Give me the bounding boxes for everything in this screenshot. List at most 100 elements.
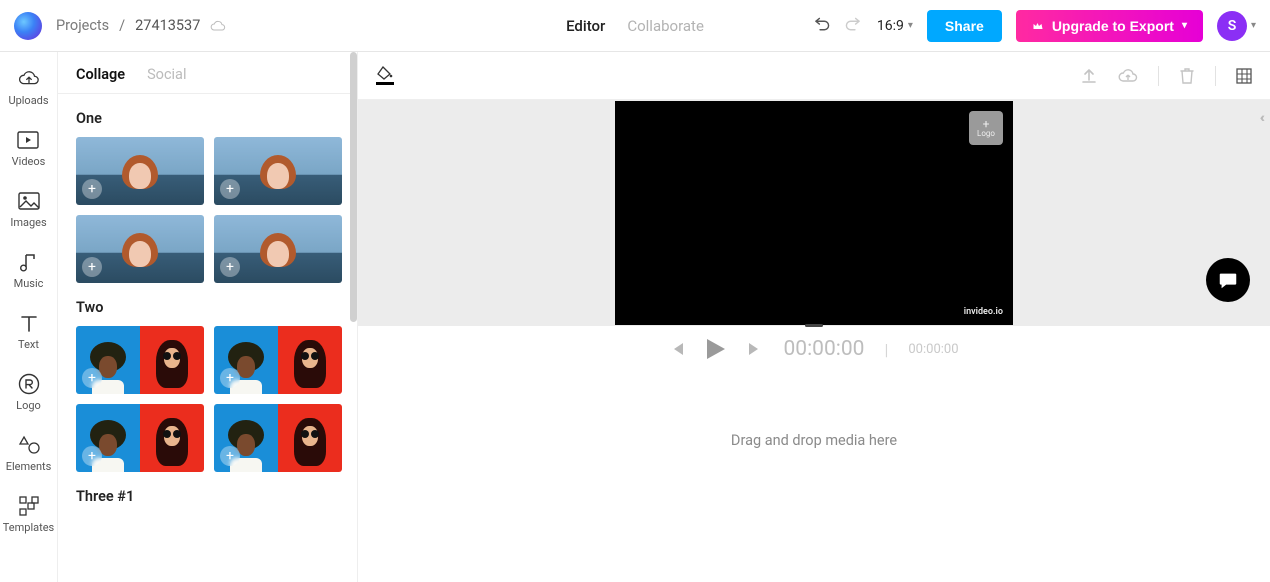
canvas-toolbar	[358, 52, 1270, 100]
delete-icon[interactable]	[1179, 67, 1195, 85]
rail-label: Videos	[12, 155, 46, 168]
shapes-icon	[18, 434, 40, 456]
grid-view-icon[interactable]	[1236, 68, 1252, 84]
breadcrumb: Projects / 27413537	[56, 17, 226, 34]
side-panel-scroll[interactable]: One + + + + Two + + + + Three #1	[58, 94, 357, 582]
chevron-down-icon: ▾	[1251, 20, 1256, 31]
section-title-three: Three #1	[76, 472, 357, 515]
video-icon	[17, 129, 39, 151]
add-icon[interactable]: +	[82, 446, 102, 466]
rail-label: Templates	[3, 521, 54, 534]
undo-icon[interactable]	[813, 17, 831, 35]
toolbar-divider	[1215, 66, 1216, 86]
main-area: Uploads Videos Images Music Text	[0, 52, 1270, 582]
section-title-two: Two	[76, 283, 357, 326]
templates-icon	[18, 495, 40, 517]
add-icon[interactable]: +	[82, 257, 102, 277]
add-logo-placeholder[interactable]: + Logo	[969, 111, 1003, 145]
share-button[interactable]: Share	[927, 10, 1002, 42]
music-note-icon	[18, 251, 40, 273]
add-icon[interactable]: +	[220, 368, 240, 388]
image-icon	[18, 190, 40, 212]
timecode-current: 00:00:00	[783, 337, 864, 361]
mode-tabs: Editor Collaborate	[566, 17, 704, 35]
add-icon[interactable]: +	[220, 257, 240, 277]
project-id[interactable]: 27413537	[135, 17, 200, 34]
rail-text[interactable]: Text	[18, 312, 40, 351]
chat-widget-button[interactable]	[1206, 258, 1250, 302]
watermark-text: invideo.io	[964, 307, 1003, 317]
rail-label: Music	[14, 277, 44, 290]
cloud-upload-icon	[18, 68, 40, 90]
skip-forward-button[interactable]	[747, 341, 763, 357]
crown-icon	[1032, 20, 1044, 32]
add-icon[interactable]: +	[82, 368, 102, 388]
timecode-separator: |	[884, 340, 888, 359]
collapse-panel-icon[interactable]: ‹‹	[1260, 110, 1262, 126]
redo-icon[interactable]	[845, 17, 863, 35]
breadcrumb-root[interactable]: Projects	[56, 17, 109, 34]
chevron-down-icon: ▾	[1182, 20, 1187, 31]
side-scrollbar[interactable]	[350, 52, 357, 322]
aspect-ratio-value: 16:9	[877, 18, 904, 34]
stage-area: + Logo invideo.io ‹‹ 00:00:00 | 00:00:00…	[358, 52, 1270, 582]
add-icon[interactable]: +	[220, 446, 240, 466]
export-icon[interactable]	[1080, 67, 1098, 85]
upgrade-export-button[interactable]: Upgrade to Export ▾	[1016, 10, 1203, 42]
rail-label: Uploads	[8, 94, 48, 107]
tab-collage[interactable]: Collage	[76, 66, 125, 83]
account-menu[interactable]: S ▾	[1217, 11, 1256, 41]
rail-templates[interactable]: Templates	[3, 495, 54, 534]
paint-bucket-icon	[377, 66, 393, 80]
top-right-controls: 16:9 ▾ Share Upgrade to Export ▾ S ▾	[813, 10, 1256, 42]
aspect-ratio-selector[interactable]: 16:9 ▾	[877, 18, 913, 34]
rail-uploads[interactable]: Uploads	[8, 68, 48, 107]
plus-icon: +	[983, 119, 990, 129]
upload-cloud-icon[interactable]	[1118, 68, 1138, 84]
collage-tile[interactable]: +	[214, 215, 342, 283]
rail-images[interactable]: Images	[10, 190, 46, 229]
timeline-dropzone[interactable]: Drag and drop media here	[358, 372, 1270, 582]
rail-videos[interactable]: Videos	[12, 129, 46, 168]
rail-label: Text	[18, 338, 39, 351]
tab-social[interactable]: Social	[147, 66, 186, 83]
tab-collaborate[interactable]: Collaborate	[627, 17, 704, 35]
side-panel: Collage Social One + + + + Two + + + + T…	[58, 52, 358, 582]
collage-tile[interactable]: +	[76, 215, 204, 283]
cloud-sync-icon[interactable]	[210, 20, 226, 32]
video-canvas[interactable]: + Logo invideo.io	[615, 101, 1013, 325]
collage-tile[interactable]: +	[76, 404, 204, 472]
collage-tile[interactable]: +	[76, 326, 204, 394]
left-rail: Uploads Videos Images Music Text	[0, 52, 58, 582]
collage-tile[interactable]: +	[214, 326, 342, 394]
breadcrumb-separator: /	[119, 17, 125, 34]
collage-tile[interactable]: +	[214, 404, 342, 472]
resize-handle[interactable]	[805, 324, 823, 327]
text-icon	[18, 312, 40, 334]
registered-icon	[18, 373, 40, 395]
tab-editor[interactable]: Editor	[566, 17, 605, 35]
background-color-tool[interactable]	[376, 66, 394, 85]
logo-placeholder-label: Logo	[977, 129, 995, 138]
rail-elements[interactable]: Elements	[6, 434, 52, 473]
canvas-wrapper: + Logo invideo.io ‹‹	[358, 100, 1270, 326]
collage-tile[interactable]: +	[214, 137, 342, 205]
upgrade-label: Upgrade to Export	[1052, 18, 1174, 34]
top-bar: Projects / 27413537 Editor Collaborate 1…	[0, 0, 1270, 52]
chat-icon	[1217, 269, 1239, 291]
rail-label: Images	[10, 216, 46, 229]
collage-tile[interactable]: +	[76, 137, 204, 205]
add-icon[interactable]: +	[82, 179, 102, 199]
play-button[interactable]	[705, 337, 727, 361]
rail-music[interactable]: Music	[14, 251, 44, 290]
rail-label: Elements	[6, 460, 52, 473]
avatar: S	[1217, 11, 1247, 41]
timecode-end: 00:00:00	[908, 342, 958, 357]
toolbar-divider	[1158, 66, 1159, 86]
rail-logo[interactable]: Logo	[16, 373, 41, 412]
add-icon[interactable]: +	[220, 179, 240, 199]
skip-back-button[interactable]	[669, 341, 685, 357]
side-panel-tabs: Collage Social	[58, 52, 357, 94]
transport-controls: 00:00:00 | 00:00:00	[358, 326, 1270, 372]
app-logo-icon[interactable]	[14, 12, 42, 40]
